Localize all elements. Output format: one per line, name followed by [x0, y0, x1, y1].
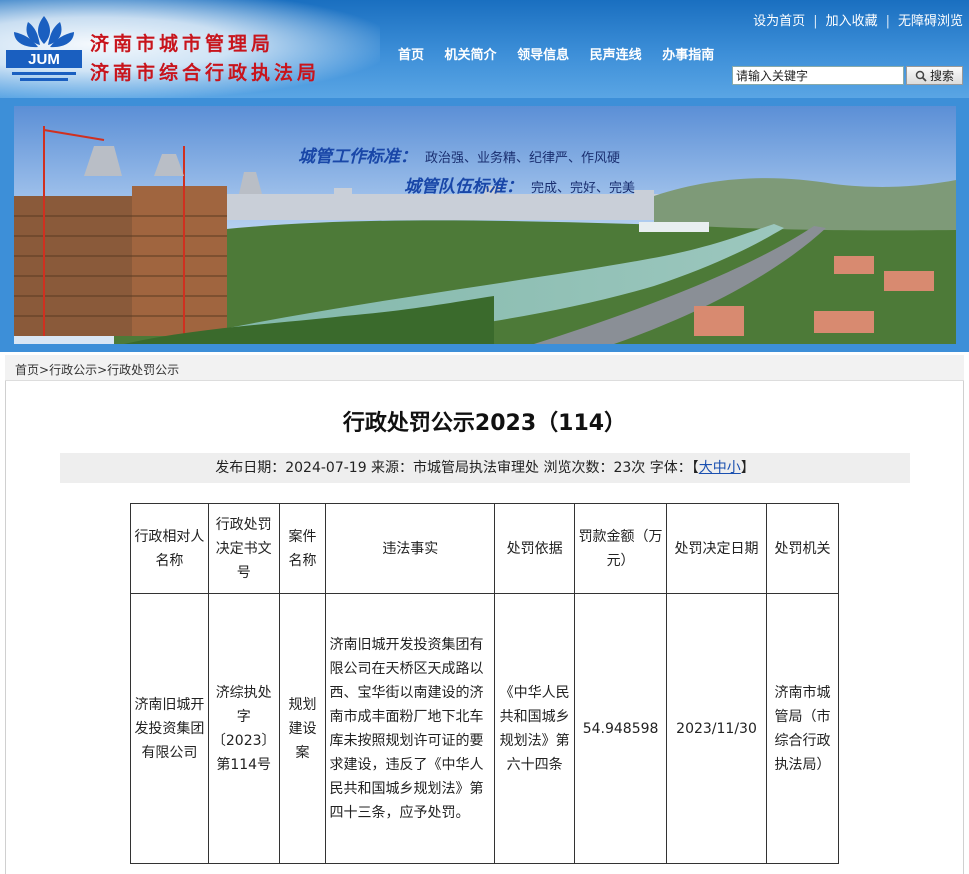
- accessibility-link[interactable]: 无障碍浏览: [898, 14, 963, 29]
- search-button-label: 搜索: [929, 69, 954, 83]
- page-title: 行政处罚公示2023（114）: [342, 411, 627, 436]
- table-header-cell: 案件名称: [278, 503, 327, 594]
- motto-work-standard: 城管工作标准： 政治强、业务精、纪律严、作风硬: [298, 142, 620, 167]
- breadcrumb-admin-notice[interactable]: 行政公示: [49, 363, 97, 377]
- font-size-link[interactable]: 大中小: [699, 460, 741, 476]
- table-header-cell: 处罚机关: [766, 503, 839, 594]
- search-input[interactable]: [732, 66, 904, 85]
- table-header-cell: 违法事实: [325, 503, 496, 594]
- table-header-cell: 行政处罚决定书文号: [207, 503, 280, 594]
- meta-info: 发布日期：2024-07-19 来源：市城管局执法审理处 浏览次数：23次 字体…: [215, 460, 699, 476]
- penalty-table: 行政相对人名称 行政处罚决定书文号 案件名称 违法事实 处罚依据 罚款金额（万元…: [130, 503, 839, 864]
- article-meta: 发布日期：2024-07-19 来源：市城管局执法审理处 浏览次数：23次 字体…: [60, 453, 910, 483]
- table-row: 济南旧城开发投资集团有限公司 济综执处字〔2023〕第114号 规划建设案 济南…: [130, 593, 839, 864]
- meta-suffix: 】: [740, 460, 755, 476]
- site-name: 济南市城市管理局 济南市综合行政执法局: [90, 30, 320, 88]
- nav-item-public-voice[interactable]: 民声连线: [590, 48, 642, 63]
- decision-date-cell: 2023/11/30: [666, 593, 768, 864]
- table-header-cell: 处罚依据: [494, 503, 576, 594]
- nav-item-leaders[interactable]: 领导信息: [517, 48, 569, 63]
- breadcrumb-home[interactable]: 首页: [15, 363, 39, 377]
- nav-item-home[interactable]: 首页: [398, 48, 424, 63]
- breadcrumb: 首页>行政公示>行政处罚公示: [5, 355, 964, 381]
- decision-number-cell: 济综执处字〔2023〕第114号: [207, 593, 280, 864]
- divider: |: [885, 14, 890, 29]
- table-header-cell: 罚款金额（万元）: [574, 503, 668, 594]
- table-header-cell: 行政相对人名称: [130, 503, 209, 594]
- penalty-basis-cell: 《中华人民共和国城乡规划法》第六十四条: [494, 593, 576, 864]
- party-name-cell: 济南旧城开发投资集团有限公司: [130, 593, 209, 864]
- svg-text:JUM: JUM: [28, 51, 60, 68]
- violation-facts-cell: 济南旧城开发投资集团有限公司在天桥区天成路以西、宝华街以南建设的济南市成丰面粉厂…: [325, 593, 496, 864]
- add-favorite-link[interactable]: 加入收藏: [826, 14, 878, 29]
- fine-amount-cell: 54.948598: [574, 593, 668, 864]
- top-links: 设为首页 | 加入收藏 | 无障碍浏览: [753, 10, 963, 29]
- banner-image: 城管工作标准： 政治强、业务精、纪律严、作风硬 城管队伍标准： 完成、完好、完美: [14, 106, 956, 344]
- site-header: JUM 济南市城市管理局 济南市综合行政执法局 设为首页 | 加入收藏 | 无障碍浏览 …: [0, 0, 969, 98]
- site-name-line1: 济南市城市管理局: [90, 33, 275, 55]
- authority-cell: 济南市城管局（市综合行政执法局）: [766, 593, 839, 864]
- site-logo-icon[interactable]: JUM: [6, 12, 82, 86]
- nav-item-about[interactable]: 机关简介: [445, 48, 497, 63]
- motto-team-title: 城管队伍标准：: [404, 177, 523, 197]
- breadcrumb-separator: >: [97, 363, 108, 377]
- divider: |: [813, 14, 818, 29]
- site-name-line2: 济南市综合行政执法局: [90, 62, 321, 84]
- set-homepage-link[interactable]: 设为首页: [753, 14, 805, 29]
- table-header-cell: 处罚决定日期: [666, 503, 768, 594]
- nav-item-guide[interactable]: 办事指南: [662, 48, 714, 63]
- motto-team-body: 完成、完好、完美: [531, 181, 636, 196]
- case-name-cell: 规划建设案: [278, 593, 327, 864]
- main-nav: 首页 机关简介 领导信息 民声连线 办事指南: [398, 44, 730, 63]
- motto-team-standard: 城管队伍标准： 完成、完好、完美: [404, 172, 635, 197]
- breadcrumb-penalty-notice[interactable]: 行政处罚公示: [107, 363, 179, 377]
- motto-work-body: 政治强、业务精、纪律严、作风硬: [425, 151, 621, 166]
- magnifier-icon: [915, 70, 927, 82]
- table-header-row: 行政相对人名称 行政处罚决定书文号 案件名称 违法事实 处罚依据 罚款金额（万元…: [130, 503, 839, 594]
- search-button[interactable]: 搜索: [906, 66, 963, 85]
- motto-work-title: 城管工作标准：: [298, 147, 417, 167]
- breadcrumb-separator: >: [39, 363, 50, 377]
